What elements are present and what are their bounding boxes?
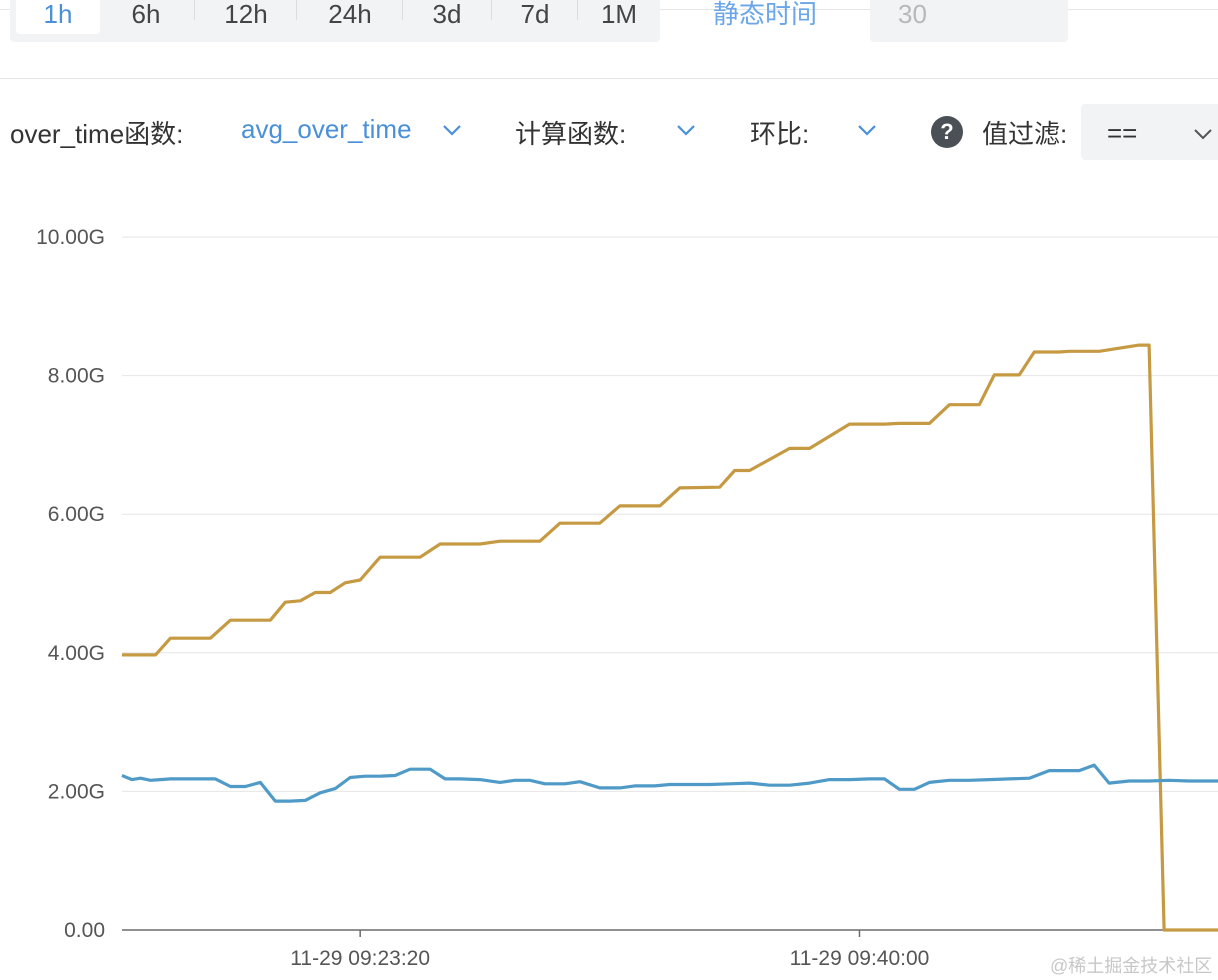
tab-divider	[194, 0, 195, 20]
static-time-button[interactable]: 静态时间	[660, 0, 870, 42]
y-tick-label: 0.00	[64, 919, 105, 942]
static-time-input[interactable]: 30	[870, 0, 1068, 42]
x-tick-label: 11-29 09:23:20	[290, 947, 430, 970]
y-tick-label: 4.00G	[48, 642, 105, 665]
value-filter-operator: ==	[1107, 118, 1138, 148]
time-tab-24h[interactable]: 24h	[298, 0, 402, 34]
toolbar-divider	[0, 78, 1218, 79]
chevron-down-icon	[1194, 129, 1212, 140]
value-filter-label: 值过滤:	[982, 119, 1068, 149]
question-circle-icon[interactable]: ?	[931, 116, 963, 148]
chevron-down-icon	[443, 125, 461, 136]
over-time-value: avg_over_time	[241, 114, 412, 144]
time-tab-7d[interactable]: 7d	[493, 0, 577, 34]
chevron-down-icon[interactable]	[855, 118, 879, 142]
query-filters: over_time函数: avg_over_time 计算函数: 环比: ? 值…	[0, 100, 1218, 160]
y-tick-label: 2.00G	[48, 780, 105, 803]
tab-divider	[577, 0, 578, 20]
time-range-tabs: 1h 6h 12h 24h 3d 7d 1M	[10, 0, 660, 42]
series-line-2	[121, 763, 1218, 803]
time-tab-1m[interactable]: 1M	[579, 0, 659, 34]
time-tab-3d[interactable]: 3d	[404, 0, 490, 34]
chevron-down-icon[interactable]	[674, 118, 698, 142]
x-tick-label: 11-29 09:40:00	[790, 947, 930, 970]
over-time-label: over_time函数:	[10, 119, 184, 149]
time-tab-1h[interactable]: 1h	[16, 0, 100, 34]
memory-line-chart: 0.00 2.00G 4.00G 6.00G 8.00G 10.00G 11-29 09:2…	[36, 226, 1218, 970]
tab-divider	[402, 0, 403, 20]
time-tab-12h[interactable]: 12h	[196, 0, 296, 34]
tab-divider	[296, 0, 297, 20]
calc-function-label: 计算函数:	[515, 119, 627, 149]
time-tab-6h[interactable]: 6h	[100, 0, 192, 34]
value-filter-select[interactable]: ==	[1081, 104, 1218, 160]
y-tick-label: 10.00G	[36, 226, 105, 249]
watermark: @稀土掘金技术社区	[1050, 956, 1213, 976]
y-tick-label: 6.00G	[48, 503, 105, 526]
series-line-1	[122, 343, 1218, 932]
ratio-label: 环比:	[750, 119, 810, 149]
tab-divider	[491, 0, 492, 20]
y-tick-label: 8.00G	[48, 365, 105, 388]
